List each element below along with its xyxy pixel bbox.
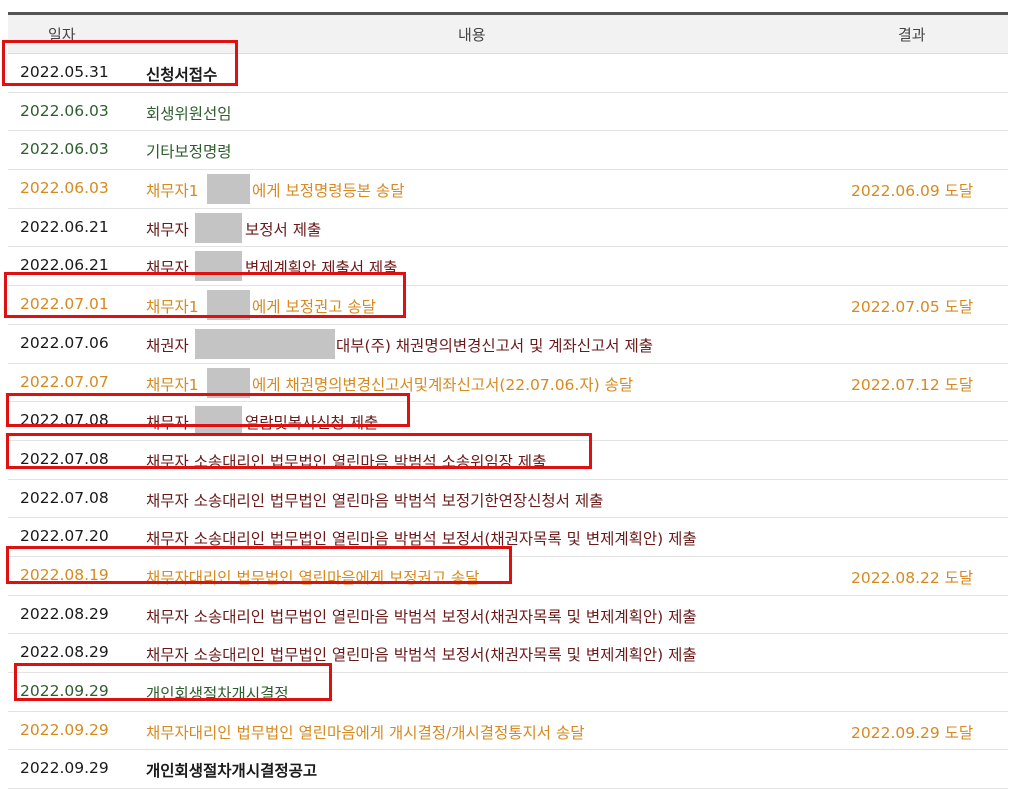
redaction-block [207, 174, 250, 205]
table-row: 2022.07.07 채무자1 에게 채권명의변경신고서및계좌신고서(22.07… [8, 364, 1008, 403]
table-row: 2022.08.29 채무자 소송대리인 법무법인 열린마음 박범석 보정서(채… [8, 596, 1008, 635]
table-row: 2022.05.31 신청서접수 [8, 54, 1008, 93]
table-row: 2022.07.08 채무자 소송대리인 법무법인 열린마음 박범석 소송위임장… [8, 441, 1008, 480]
row-date: 2022.09.29 [20, 682, 109, 700]
row-result: 2022.06.09 도달 [851, 182, 974, 201]
row-result: 2022.07.12 도달 [851, 375, 974, 394]
row-date: 2022.07.08 [20, 411, 109, 430]
row-date: 2022.07.20 [20, 527, 109, 546]
table-row: 2022.09.29 채무자대리인 법무법인 열린마음에게 개시결정/개시결정통… [8, 712, 1008, 751]
table-row: 2022.08.19 채무자대리인 법무법인 열린마음에게 보정권고 송달 20… [8, 557, 1008, 596]
row-content-tail: 보정서 제출 [245, 220, 322, 239]
row-content-tail: 열람및복사신청 제출 [245, 414, 379, 433]
redaction-block [195, 212, 242, 243]
row-content-tail: 대부(주) 채권명의변경신고서 및 계좌신고서 제출 [336, 336, 654, 355]
table-row: 2022.06.03 기타보정명령 [8, 131, 1008, 171]
row-date: 2022.06.21 [20, 256, 109, 275]
table-row: 2022.06.21 채무자 보정서 제출 [8, 209, 1008, 248]
row-content: 개인회생절차개시결정 [146, 685, 289, 703]
row-content-tail: 변제계획안 제출서 제출 [245, 259, 398, 278]
row-content: 채권자 [146, 336, 189, 355]
table-row: 2022.06.21 채무자 변제계획안 제출서 제출 [8, 247, 1008, 287]
row-content: 채무자대리인 법무법인 열린마음에게 개시결정/개시결정통지서 송달 [146, 723, 585, 742]
table-row: 2022.07.06 채권자 대부(주) 채권명의변경신고서 및 계좌신고서 제… [8, 325, 1008, 364]
row-content: 채무자 [146, 414, 189, 433]
redaction-block [195, 328, 335, 359]
row-content: 채무자 소송대리인 법무법인 열린마음 박범석 보정기한연장신청서 제출 [146, 491, 604, 510]
row-date: 2022.09.29 [20, 720, 109, 739]
header-result: 결과 [898, 26, 926, 44]
row-content: 회생위원선임 [146, 104, 232, 123]
row-date: 2022.07.01 [20, 295, 109, 314]
row-date: 2022.08.19 [20, 565, 109, 584]
row-date: 2022.06.03 [20, 140, 109, 159]
redaction-block [207, 367, 250, 398]
redaction-block [195, 251, 242, 282]
row-content: 채무자 소송대리인 법무법인 열린마음 박범석 보정서(채권자목록 및 변제계획… [146, 530, 697, 549]
row-content: 채무자1 [146, 375, 199, 394]
row-content-tail: 에게 보정명령등본 송달 [252, 182, 405, 201]
row-result: 2022.09.29 도달 [851, 723, 974, 742]
row-date: 2022.06.03 [20, 101, 109, 120]
row-content: 채무자 [146, 220, 189, 239]
row-date: 2022.07.08 [20, 449, 109, 468]
row-content: 채무자 소송대리인 법무법인 열린마음 박범석 보정서(채권자목록 및 변제계획… [146, 607, 697, 626]
row-content: 채무자 소송대리인 법무법인 열린마음 박범석 소송위임장 제출 [146, 452, 547, 471]
table-header: 일자 내용 결과 [8, 15, 1008, 54]
row-date: 2022.07.08 [20, 488, 109, 507]
table-row: 2022.06.03 회생위원선임 [8, 93, 1008, 132]
row-result: 2022.08.22 도달 [851, 568, 974, 587]
row-date: 2022.05.31 [20, 63, 109, 81]
table-row: 2022.06.03 채무자1 에게 보정명령등본 송달 2022.06.09 … [8, 170, 1008, 209]
row-date: 2022.08.29 [20, 604, 109, 623]
row-date: 2022.06.21 [20, 217, 109, 236]
row-date: 2022.06.03 [20, 179, 109, 198]
row-result: 2022.07.05 도달 [851, 298, 974, 317]
row-date: 2022.09.29 [20, 759, 109, 778]
redaction-block [195, 406, 242, 437]
table-row: 2022.09.29 개인회생절차개시결정 [8, 673, 1008, 712]
table-row: 2022.07.08 채무자 소송대리인 법무법인 열린마음 박범석 보정기한연… [8, 480, 1008, 519]
row-content: 채무자 [146, 259, 189, 278]
row-date: 2022.07.06 [20, 333, 109, 352]
table-row: 2022.07.01 채무자1 에게 보정권고 송달 2022.07.05 도달 [8, 286, 1008, 325]
row-content: 채무자 소송대리인 법무법인 열린마음 박범석 보정서(채권자목록 및 변제계획… [146, 646, 697, 665]
row-content: 채무자1 [146, 298, 199, 317]
row-content: 채무자대리인 법무법인 열린마음에게 보정권고 송달 [146, 568, 480, 587]
row-content-tail: 에게 보정권고 송달 [252, 298, 376, 317]
table-row: 2022.07.08 채무자 열람및복사신청 제출 [8, 402, 1008, 441]
table-row: 2022.07.20 채무자 소송대리인 법무법인 열린마음 박범석 보정서(채… [8, 518, 1008, 557]
row-content: 신청서접수 [146, 66, 218, 84]
header-date: 일자 [48, 26, 76, 44]
row-content: 채무자1 [146, 182, 199, 201]
row-content: 기타보정명령 [146, 143, 232, 162]
row-content: 개인회생절차개시결정공고 [146, 762, 318, 781]
redaction-block [207, 290, 250, 321]
table-row: 2022.09.29 개인회생절차개시결정공고 [8, 750, 1008, 789]
header-content: 내용 [458, 26, 486, 44]
row-date: 2022.07.07 [20, 372, 109, 391]
table-row: 2022.08.29 채무자 소송대리인 법무법인 열린마음 박범석 보정서(채… [8, 634, 1008, 673]
row-content-tail: 에게 채권명의변경신고서및계좌신고서(22.07.06.자) 송달 [252, 375, 634, 394]
row-date: 2022.08.29 [20, 643, 109, 662]
case-progress-table: 일자 내용 결과 2022.05.31 신청서접수 2022.06.03 회생위… [8, 12, 1008, 789]
